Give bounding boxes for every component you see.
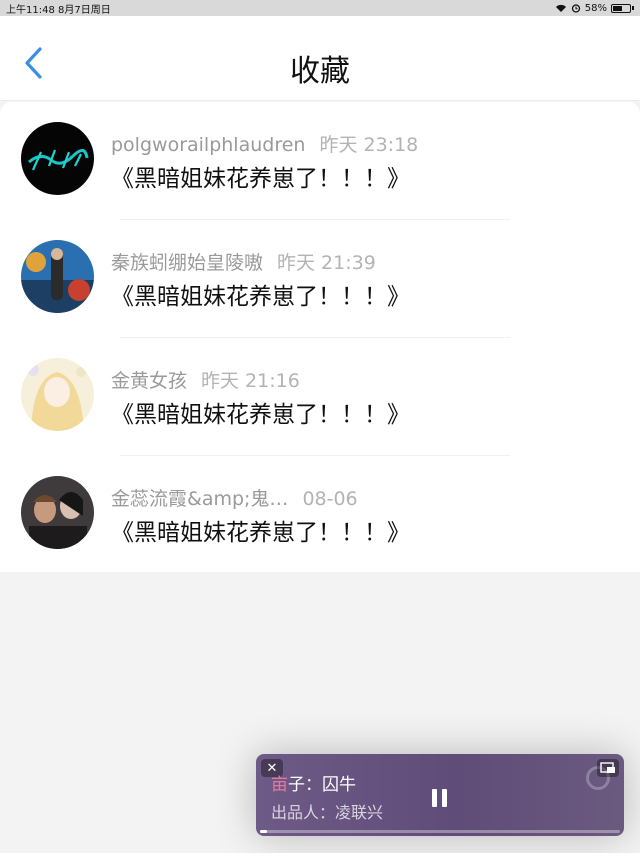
list-item[interactable]: 秦族蚓绷始皇陵嗷 昨天 21:39 《黑暗姐妹花养崽了！！！》 [0, 220, 640, 338]
mini-player[interactable]: ✕ 亩子：囚牛 出品人：凌联兴 [256, 754, 624, 836]
battery-level [613, 5, 623, 11]
item-meta: polgworailphlaudren 昨天 23:18 [111, 130, 418, 157]
list-item[interactable]: 金黄女孩 昨天 21:16 《黑暗姐妹花养崽了！！！》 [0, 338, 640, 456]
avatar[interactable] [21, 122, 94, 195]
list-item[interactable]: 金蕊流霞&amp;鬼… 08-06 《黑暗姐妹花养崽了！！！》 [0, 456, 640, 574]
item-meta: 秦族蚓绷始皇陵嗷 昨天 21:39 [111, 248, 376, 275]
producer-label: 出品人：凌联兴 [271, 803, 384, 822]
item-title[interactable]: 《黑暗姐妹花养崽了！！！》 [111, 159, 410, 193]
battery-percent: 58% [584, 2, 607, 14]
page-title: 收藏 [290, 54, 350, 89]
username[interactable]: polgworailphlaudren [111, 134, 305, 156]
avatar[interactable] [21, 358, 94, 431]
picture-in-picture-icon[interactable] [597, 759, 619, 777]
item-meta: 金蕊流霞&amp;鬼… 08-06 [111, 484, 358, 511]
avatar[interactable] [21, 476, 94, 549]
pause-button[interactable] [432, 789, 448, 807]
item-meta: 金黄女孩 昨天 21:16 [111, 366, 300, 393]
timestamp: 08-06 [302, 488, 358, 510]
item-title[interactable]: 《黑暗姐妹花养崽了！！！》 [111, 277, 410, 311]
item-title[interactable]: 《黑暗姐妹花养崽了！！！》 [111, 395, 410, 429]
alarm-icon [571, 4, 580, 13]
pause-icon [432, 789, 437, 807]
list-item[interactable]: polgworailphlaudren 昨天 23:18 《黑暗姐妹花养崽了！！！… [0, 102, 640, 220]
item-title[interactable]: 《黑暗姐妹花养崽了！！！》 [111, 513, 410, 547]
status-time-date: 上午11:48 8月7日周日 [6, 4, 111, 16]
playback-progress-bar[interactable] [260, 830, 620, 833]
username[interactable]: 秦族蚓绷始皇陵嗷 [111, 252, 263, 274]
navigation-bar: 收藏 [0, 16, 640, 101]
favorites-list: polgworailphlaudren 昨天 23:18 《黑暗姐妹花养崽了！！！… [0, 102, 640, 572]
timestamp: 昨天 21:16 [201, 370, 300, 392]
username[interactable]: 金黄女孩 [111, 370, 187, 392]
battery-icon [611, 3, 631, 13]
timestamp: 昨天 21:39 [277, 252, 376, 274]
wifi-icon [555, 4, 566, 12]
username[interactable]: 金蕊流霞&amp;鬼… [111, 488, 288, 510]
playback-progress-fill [260, 830, 268, 833]
status-bar: 上午11:48 8月7日周日 58% [0, 0, 640, 16]
avatar[interactable] [21, 240, 94, 313]
timestamp: 昨天 23:18 [319, 134, 419, 156]
song-title: 亩子：囚牛 [271, 775, 356, 795]
battery-tip [632, 6, 634, 10]
status-indicators: 58% [555, 3, 634, 14]
